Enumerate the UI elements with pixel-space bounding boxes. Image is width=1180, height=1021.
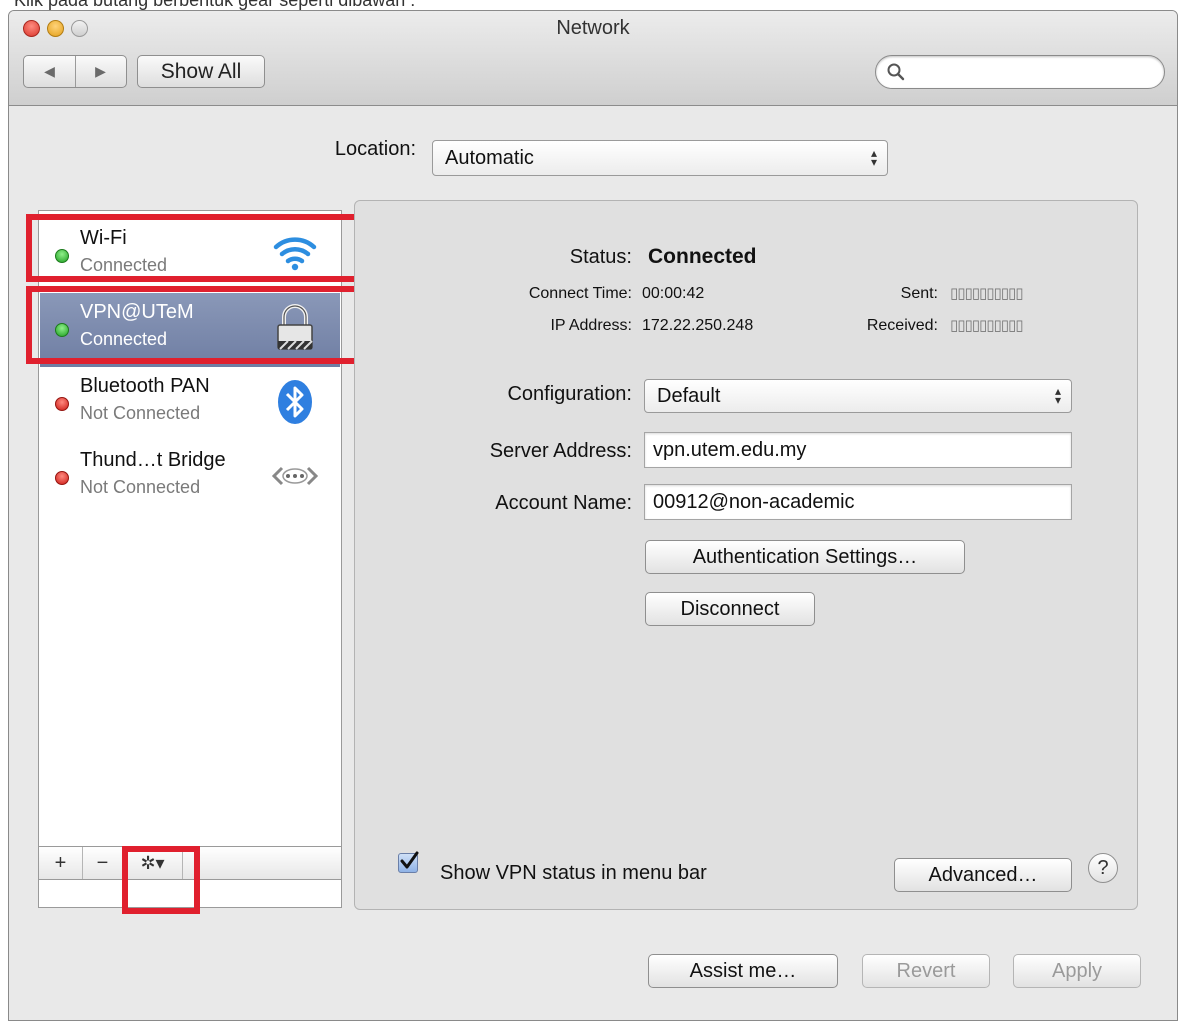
remove-service-button[interactable]: − xyxy=(83,847,123,879)
highlight-wifi xyxy=(26,214,362,282)
service-name: Bluetooth PAN xyxy=(80,375,210,397)
sent-label: Sent: xyxy=(900,285,938,302)
popup-arrows-icon: ▴ ▾ xyxy=(870,146,877,169)
service-status: Not Connected xyxy=(80,403,201,423)
ip-address-label: IP Address: xyxy=(550,317,632,334)
location-value: Automatic xyxy=(445,147,534,169)
authentication-settings-button[interactable]: Authentication Settings… xyxy=(645,540,965,574)
show-vpn-status-checkbox[interactable] xyxy=(398,851,419,873)
location-label: Location: xyxy=(334,138,416,160)
service-name: Thund…t Bridge xyxy=(80,449,226,471)
service-status: Not Connected xyxy=(80,477,201,497)
forward-arrow-icon: ▶ xyxy=(95,63,106,79)
status-dot-red xyxy=(55,471,69,485)
location-popup[interactable]: Automatic ▴ ▾ xyxy=(432,140,888,176)
received-value: ▯▯▯▯▯▯▯▯▯▯ xyxy=(950,317,1024,334)
connect-time-label: Connect Time: xyxy=(528,285,632,302)
highlight-gear xyxy=(122,846,200,914)
ip-address-value: 172.22.250.248 xyxy=(642,317,754,334)
help-icon: ? xyxy=(1097,857,1109,879)
show-all-button[interactable]: Show All xyxy=(137,55,265,88)
search-icon xyxy=(887,63,905,81)
assist-me-button[interactable]: Assist me… xyxy=(648,954,838,988)
configuration-label: Configuration: xyxy=(507,383,632,405)
received-label: Received: xyxy=(866,317,938,334)
server-address-label: Server Address: xyxy=(489,440,632,462)
back-button[interactable]: ◀ xyxy=(24,56,76,87)
disconnect-button[interactable]: Disconnect xyxy=(645,592,815,626)
status-dot-red xyxy=(55,397,69,411)
apply-button[interactable]: Apply xyxy=(1013,954,1141,988)
search-field[interactable] xyxy=(875,55,1165,89)
forward-button[interactable]: ▶ xyxy=(75,56,126,87)
bluetooth-icon xyxy=(278,380,312,424)
service-item-bluetooth[interactable]: Bluetooth PAN Not Connected xyxy=(40,367,340,441)
back-forward-control: ◀ ▶ xyxy=(23,55,127,88)
checkmark-icon xyxy=(400,851,419,869)
server-address-field[interactable]: vpn.utem.edu.my xyxy=(644,432,1072,468)
show-vpn-status-label: Show VPN status in menu bar xyxy=(440,862,707,884)
connect-time-value: 00:00:42 xyxy=(642,285,705,302)
configuration-popup[interactable]: Default ▴ ▾ xyxy=(644,379,1072,413)
back-arrow-icon: ◀ xyxy=(44,63,55,79)
add-service-button[interactable]: + xyxy=(39,847,83,879)
account-name-field[interactable]: 00912@non-academic xyxy=(644,484,1072,520)
help-button[interactable]: ? xyxy=(1088,853,1118,883)
advanced-button[interactable]: Advanced… xyxy=(894,858,1072,892)
sent-value: ▯▯▯▯▯▯▯▯▯▯ xyxy=(950,285,1024,302)
title-bar: Network ◀ ▶ Show All xyxy=(9,11,1177,106)
account-name-label: Account Name: xyxy=(495,492,632,514)
configuration-value: Default xyxy=(657,385,721,407)
popup-arrows-icon: ▴ ▾ xyxy=(1054,384,1061,407)
thunderbolt-bridge-icon xyxy=(272,466,318,486)
status-label: Status: xyxy=(569,246,632,268)
status-value: Connected xyxy=(648,245,757,268)
service-item-thunderbolt-bridge[interactable]: Thund…t Bridge Not Connected xyxy=(40,441,340,515)
window-title: Network xyxy=(556,17,630,39)
revert-button[interactable]: Revert xyxy=(862,954,990,988)
highlight-vpn xyxy=(26,286,362,364)
